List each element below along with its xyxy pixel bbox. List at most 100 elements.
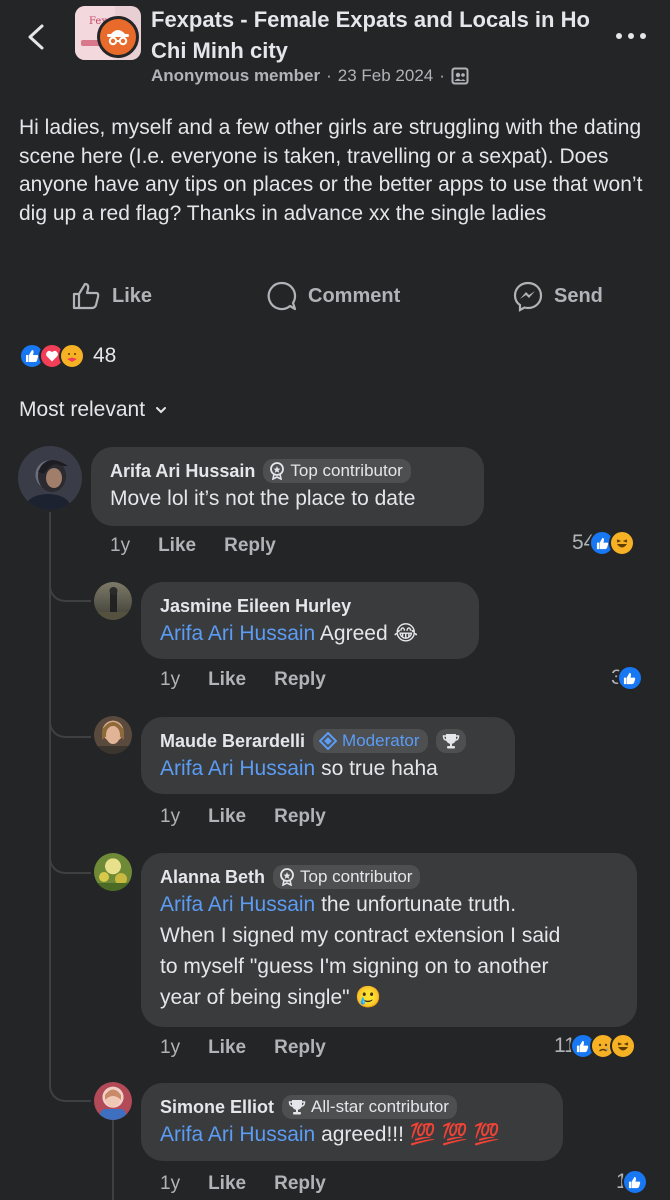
comment-actions: 1y Like Reply [160, 1173, 326, 1195]
comment-reply-button[interactable]: Reply [224, 535, 276, 557]
comment-body: so true haha [315, 757, 438, 780]
badge-label: Top contributor [300, 867, 413, 886]
like-label: Like [112, 284, 153, 307]
post-text: Hi ladies, myself and a few other girls … [19, 116, 643, 225]
thread-connector [49, 560, 91, 602]
comment-reactions[interactable]: 3 [611, 665, 643, 691]
sort-label: Most relevant [19, 398, 146, 421]
badge-medal-icon [270, 462, 285, 480]
comment-actions: 1y Like Reply [160, 806, 326, 828]
messenger-icon [513, 281, 543, 312]
comment-bubble: Maude Berardelli Moderator Arifa Ari Hus… [141, 717, 515, 794]
comment-actions: 1y Like Reply [160, 669, 326, 691]
more-options-icon[interactable] [613, 28, 649, 44]
badge-label: Top contributor [290, 461, 403, 480]
comment-reply-button[interactable]: Reply [274, 669, 326, 691]
comment-reactions[interactable]: 1 [616, 1169, 648, 1195]
top-contributor-badge: Top contributor [273, 865, 421, 889]
commenter-name[interactable]: Jasmine Eileen Hurley [160, 594, 351, 618]
sort-comments-dropdown[interactable]: Most relevant [19, 398, 167, 422]
commenter-name[interactable]: Maude Berardelli [160, 729, 305, 753]
comment-like-button[interactable]: Like [208, 1173, 246, 1195]
thumbs-up-icon [72, 282, 100, 310]
back-arrow-icon[interactable] [22, 22, 52, 52]
mention-link[interactable]: Arifa Ari Hussain [160, 622, 315, 645]
comment-author[interactable]: Jasmine Eileen Hurley [160, 594, 459, 618]
mention-link[interactable]: Arifa Ari Hussain [160, 893, 315, 916]
comment-time[interactable]: 1y [110, 535, 130, 557]
comment-reactions[interactable]: 54 [572, 530, 636, 556]
send-button[interactable]: Send [512, 279, 603, 313]
comment-bubble: Simone Elliot All-star contributor Arifa… [141, 1083, 563, 1161]
comment-body: Agreed 😂 [315, 622, 418, 645]
like-button[interactable]: Like [70, 279, 152, 313]
comment-time[interactable]: 1y [160, 1037, 180, 1059]
thread-connector [49, 1060, 91, 1102]
trophy-icon [442, 734, 459, 749]
comment-bubble: Arifa Ari Hussain Top contributor Move l… [91, 447, 484, 526]
thread-line-reply [112, 1120, 114, 1200]
chevron-down-icon [156, 407, 167, 414]
commenter-name[interactable]: Alanna Beth [160, 865, 265, 889]
mention-link[interactable]: Arifa Ari Hussain [160, 1123, 315, 1146]
post-author: Anonymous member [151, 66, 321, 85]
comment-body: the unfortunate truth. [315, 893, 517, 916]
comment-line: to myself "guess I'm signing on to anoth… [160, 955, 549, 978]
comment-author[interactable]: Alanna Beth Top contributor [160, 865, 617, 889]
care-reaction-icon [59, 343, 85, 369]
comment-reply-button[interactable]: Reply [274, 806, 326, 828]
mention-link[interactable]: Arifa Ari Hussain [160, 757, 315, 780]
trophy-icon [288, 1100, 306, 1115]
avatar[interactable] [94, 582, 132, 620]
comment-body: agreed!!! 💯 💯 💯 [315, 1123, 500, 1146]
all-star-contributor-badge: All-star contributor [282, 1095, 457, 1119]
haha-reaction-icon [609, 1033, 636, 1059]
comment-time[interactable]: 1y [160, 806, 180, 828]
comment-like-button[interactable]: Like [208, 669, 246, 691]
moderator-badge: Moderator [313, 729, 428, 753]
anonymous-member-icon [97, 16, 139, 58]
group-name-link[interactable]: Fexpats - Female Expats and Locals in Ho… [151, 4, 591, 66]
comment-bubble: Jasmine Eileen Hurley Arifa Ari Hussain … [141, 582, 479, 659]
haha-reaction-icon [609, 530, 636, 556]
comment-time[interactable]: 1y [160, 1173, 180, 1195]
badge-label: Moderator [342, 731, 420, 750]
comment-author[interactable]: Maude Berardelli Moderator [160, 729, 495, 753]
comment-reply-button[interactable]: Reply [274, 1037, 326, 1059]
comment-like-button[interactable]: Like [158, 535, 196, 557]
comment-text: Move lol it’s not the place to date [110, 487, 416, 510]
meta-separator-2: · [439, 66, 445, 85]
group-members-icon [451, 67, 469, 85]
avatar[interactable] [18, 446, 82, 510]
top-contributor-badge: Top contributor [263, 459, 411, 483]
commenter-name[interactable]: Arifa Ari Hussain [110, 459, 255, 483]
comment-line: When I signed my contract extension I sa… [160, 924, 561, 947]
comment-author[interactable]: Simone Elliot All-star contributor [160, 1095, 543, 1119]
comment-time[interactable]: 1y [160, 669, 180, 691]
reactions-summary[interactable]: 48 [19, 343, 116, 369]
comment-bubble: Alanna Beth Top contributor Arifa Ari Hu… [141, 853, 637, 1027]
post-date[interactable]: 23 Feb 2024 [338, 66, 433, 86]
comment-reactions[interactable]: 11 [554, 1033, 636, 1059]
comment-text: Arifa Ari Hussain agreed!!! 💯 💯 💯 [160, 1119, 543, 1150]
comment-bubble-icon [267, 281, 297, 311]
avatar[interactable] [94, 853, 132, 891]
avatar[interactable] [94, 1082, 132, 1120]
reaction-count: 48 [93, 344, 117, 367]
moderator-diamond-icon [319, 732, 338, 750]
comment-like-button[interactable]: Like [208, 1037, 246, 1059]
comment-actions: 1y Like Reply [110, 535, 276, 557]
comment-line: year of being single" 🥲 [160, 986, 382, 1009]
comment-reply-button[interactable]: Reply [274, 1173, 326, 1195]
comment-actions: 1y Like Reply [160, 1037, 326, 1059]
thread-connector [49, 832, 91, 874]
comment-label: Comment [308, 284, 401, 307]
thread-connector [49, 696, 91, 738]
avatar[interactable] [94, 716, 132, 754]
trophy-badge [435, 729, 466, 753]
comment-like-button[interactable]: Like [208, 806, 246, 828]
post-meta: Anonymous member · 23 Feb 2024 · [151, 66, 469, 86]
comment-author[interactable]: Arifa Ari Hussain Top contributor [110, 459, 464, 483]
comment-button[interactable]: Comment [266, 279, 400, 313]
commenter-name[interactable]: Simone Elliot [160, 1095, 274, 1119]
